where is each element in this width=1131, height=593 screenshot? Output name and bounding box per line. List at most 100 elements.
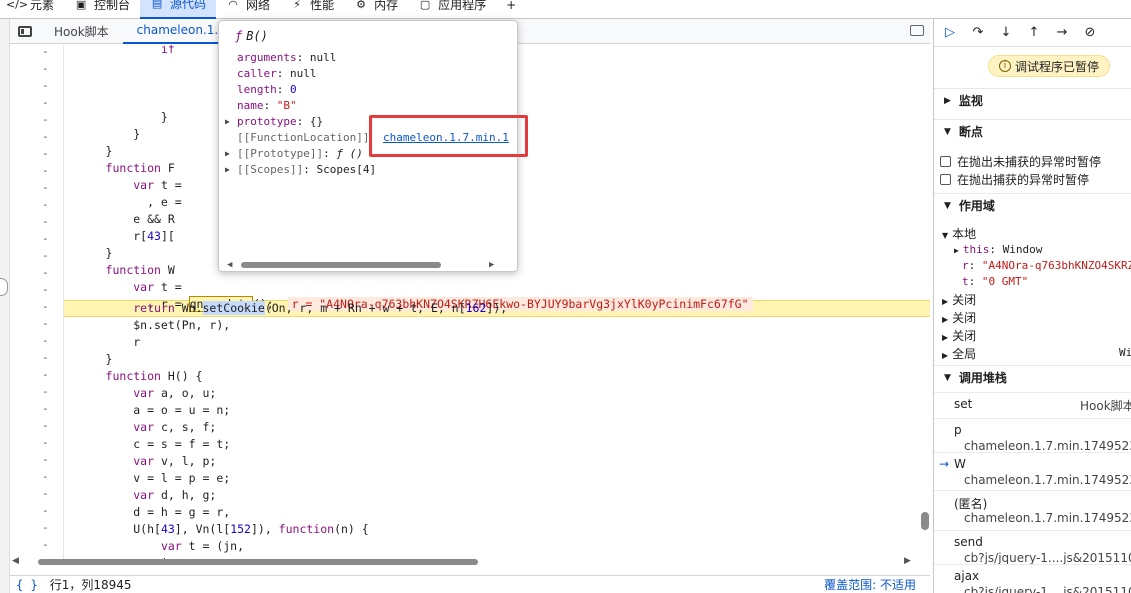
- expanded-caret-icon: ▼: [942, 231, 949, 240]
- code-icon: </>: [5, 0, 29, 11]
- scope-global[interactable]: ▶ 全局: [942, 345, 976, 362]
- property-row: name: "B": [237, 99, 297, 112]
- checkbox-icon[interactable]: [940, 174, 951, 185]
- info-icon: i: [999, 60, 1011, 72]
- step-icon[interactable]: →: [1054, 25, 1070, 41]
- collapsed-caret-icon: ▶: [942, 351, 949, 360]
- tab-label: 性能: [310, 0, 335, 12]
- tab-elements[interactable]: </> 元素: [0, 0, 64, 19]
- step-into-icon[interactable]: ↓: [998, 25, 1014, 41]
- console-icon: ▣: [75, 0, 87, 11]
- devtools-window: </> 元素 ▣ 控制台 ▤ 源代码 ◠ 网络 ⚡ 性能 ⚙ 内存 ▢ 应用程序…: [0, 0, 1131, 593]
- scope-closure[interactable]: ▶ 关闭: [942, 309, 976, 326]
- call-stack-frame[interactable]: ajax cb?js/jquery-1....js&2015110: [934, 564, 1131, 593]
- checkbox-icon[interactable]: [940, 156, 951, 167]
- expand-triangle-icon[interactable]: ▶: [225, 149, 230, 158]
- expand-triangle-icon[interactable]: ▶: [225, 117, 230, 126]
- scope-var-t[interactable]: t: "0 GMT": [962, 275, 1028, 288]
- code-line: d = h = g = r,: [64, 505, 231, 519]
- code-line: }: [64, 246, 113, 260]
- section-scope[interactable]: ▼ 作用域: [934, 193, 1131, 217]
- debugger-toolbar: ▷ ↷ ↓ ↑ → ⊘: [934, 19, 1131, 47]
- code-line: r[43][: [64, 229, 175, 243]
- cursor-position: 行1，列18945: [49, 578, 132, 592]
- resume-icon[interactable]: ▷: [942, 25, 958, 41]
- pause-uncaught-checkbox[interactable]: 在抛出未捕获的异常时暂停: [940, 153, 1101, 170]
- application-icon: ▢: [419, 0, 431, 11]
- code-line: e && R: [64, 212, 175, 226]
- code-line: a = o = u = n;: [64, 403, 231, 417]
- paused-badge: i 调试程序已暂停: [988, 55, 1111, 77]
- tab-network[interactable]: ◠ 网络: [216, 0, 280, 19]
- sidebar-toggle-icon: [18, 25, 32, 37]
- code-line: }: [64, 352, 113, 366]
- toggle-navigator-button[interactable]: [10, 19, 40, 44]
- call-stack-frame-current[interactable]: → W chameleon.1.7.min.1749523.js: [934, 452, 1131, 490]
- horizontal-scrollbar[interactable]: ◀ ▶: [10, 556, 920, 566]
- performance-icon: ⚡: [293, 0, 301, 11]
- call-stack-frame[interactable]: p chameleon.1.7.min.1749523.js: [934, 418, 1131, 456]
- property-row-scopes[interactable]: [[Scopes]]: Scopes[4]: [237, 163, 376, 176]
- collapsed-caret-icon: ▶: [944, 95, 951, 106]
- popover-scrollbar-thumb[interactable]: [241, 262, 441, 268]
- file-tab-hook-script[interactable]: Hook脚本: [40, 19, 123, 44]
- expand-triangle-icon[interactable]: ▶: [225, 165, 230, 174]
- add-tab-button[interactable]: +: [496, 0, 526, 19]
- code-line: v = l = p = e;: [64, 471, 231, 485]
- section-watch[interactable]: ▶ 监视: [934, 88, 1131, 112]
- deactivate-breakpoints-icon[interactable]: ⊘: [1082, 25, 1098, 41]
- step-out-icon[interactable]: ↑: [1026, 25, 1042, 41]
- section-call-stack[interactable]: ▼ 调用堆栈: [934, 365, 1131, 389]
- property-row-internal-prototype[interactable]: [[Prototype]]: ƒ (): [237, 147, 363, 160]
- tab-label: 应用程序: [438, 0, 487, 12]
- call-stack-frame[interactable]: (匿名) chameleon.1.7.min.1749523.js: [934, 490, 1131, 530]
- coverage-link[interactable]: 覆盖范围: 不适用: [824, 576, 916, 593]
- step-over-icon[interactable]: ↷: [970, 25, 986, 41]
- tab-console[interactable]: ▣ 控制台: [64, 0, 140, 19]
- code-line: c = s = f = t;: [64, 437, 231, 451]
- scroll-right-icon[interactable]: ▶: [489, 260, 494, 270]
- tab-label: 源代码: [170, 0, 207, 11]
- popover-horizontal-scrollbar[interactable]: ◀ ▶: [227, 260, 509, 270]
- tab-performance[interactable]: ⚡ 性能: [280, 0, 344, 19]
- horizontal-scrollbar-thumb[interactable]: [38, 559, 478, 565]
- code-line: }: [64, 127, 141, 141]
- scope-closure[interactable]: ▶ 关闭: [942, 327, 976, 344]
- collapsed-caret-icon: ▶: [942, 315, 949, 324]
- call-stack-frame[interactable]: set Hook脚本: [934, 392, 1131, 418]
- code-line: function F: [105, 161, 175, 175]
- tab-sources[interactable]: ▤ 源代码: [140, 0, 217, 19]
- code-line: var t =: [133, 280, 182, 294]
- tab-label: 控制台: [94, 0, 131, 12]
- scope-closure[interactable]: ▶ 关闭: [942, 291, 976, 308]
- pretty-print-button[interactable]: { }: [16, 578, 38, 592]
- scope-local[interactable]: ▼ 本地: [942, 225, 976, 242]
- code-line: var v, l, p;: [133, 454, 217, 468]
- scope-global-value: Wi: [1119, 346, 1131, 359]
- memory-icon: ⚙: [356, 0, 367, 11]
- pause-caught-checkbox[interactable]: 在抛出捕获的异常时暂停: [940, 171, 1089, 188]
- expanded-caret-icon: ▼: [944, 126, 951, 137]
- scroll-left-icon[interactable]: ◀: [12, 556, 19, 566]
- code-line: function W: [105, 263, 175, 277]
- code-line: var t = (jn,: [160, 539, 245, 553]
- call-stack-frame[interactable]: send cb?js/jquery-1....js&2015110: [934, 530, 1131, 566]
- property-row-prototype[interactable]: prototype: {}: [237, 115, 323, 128]
- vertical-scrollbar-thumb[interactable]: [921, 512, 929, 530]
- tab-application[interactable]: ▢ 应用程序: [408, 0, 496, 19]
- devtools-tab-bar: </> 元素 ▣ 控制台 ▤ 源代码 ◠ 网络 ⚡ 性能 ⚙ 内存 ▢ 应用程序…: [0, 0, 1131, 19]
- line-gutter[interactable]: ---- ---- ---- ---- ---- ---- ---- ---: [10, 45, 64, 565]
- sources-icon: ▤: [151, 0, 163, 10]
- code-line: function H() {: [105, 369, 203, 383]
- scroll-left-icon[interactable]: ◀: [227, 260, 232, 270]
- section-breakpoints[interactable]: ▼ 断点: [934, 119, 1131, 143]
- code-line: var d, h, g;: [133, 488, 217, 502]
- scope-var-this[interactable]: ▶ this: Window: [954, 243, 1042, 256]
- scroll-right-icon[interactable]: ▶: [904, 556, 911, 566]
- tab-memory[interactable]: ⚙ 内存: [344, 0, 408, 19]
- collapsed-caret-icon: ▶: [942, 297, 949, 306]
- scope-var-r[interactable]: r: "A4NOra-q763bhKNZO4SKRZ: [962, 259, 1131, 272]
- toggle-debugger-sidebar-icon[interactable]: [910, 25, 924, 36]
- popover-title: ƒ B(): [235, 29, 268, 43]
- property-row-function-location: [[FunctionLocation]]: [237, 131, 370, 144]
